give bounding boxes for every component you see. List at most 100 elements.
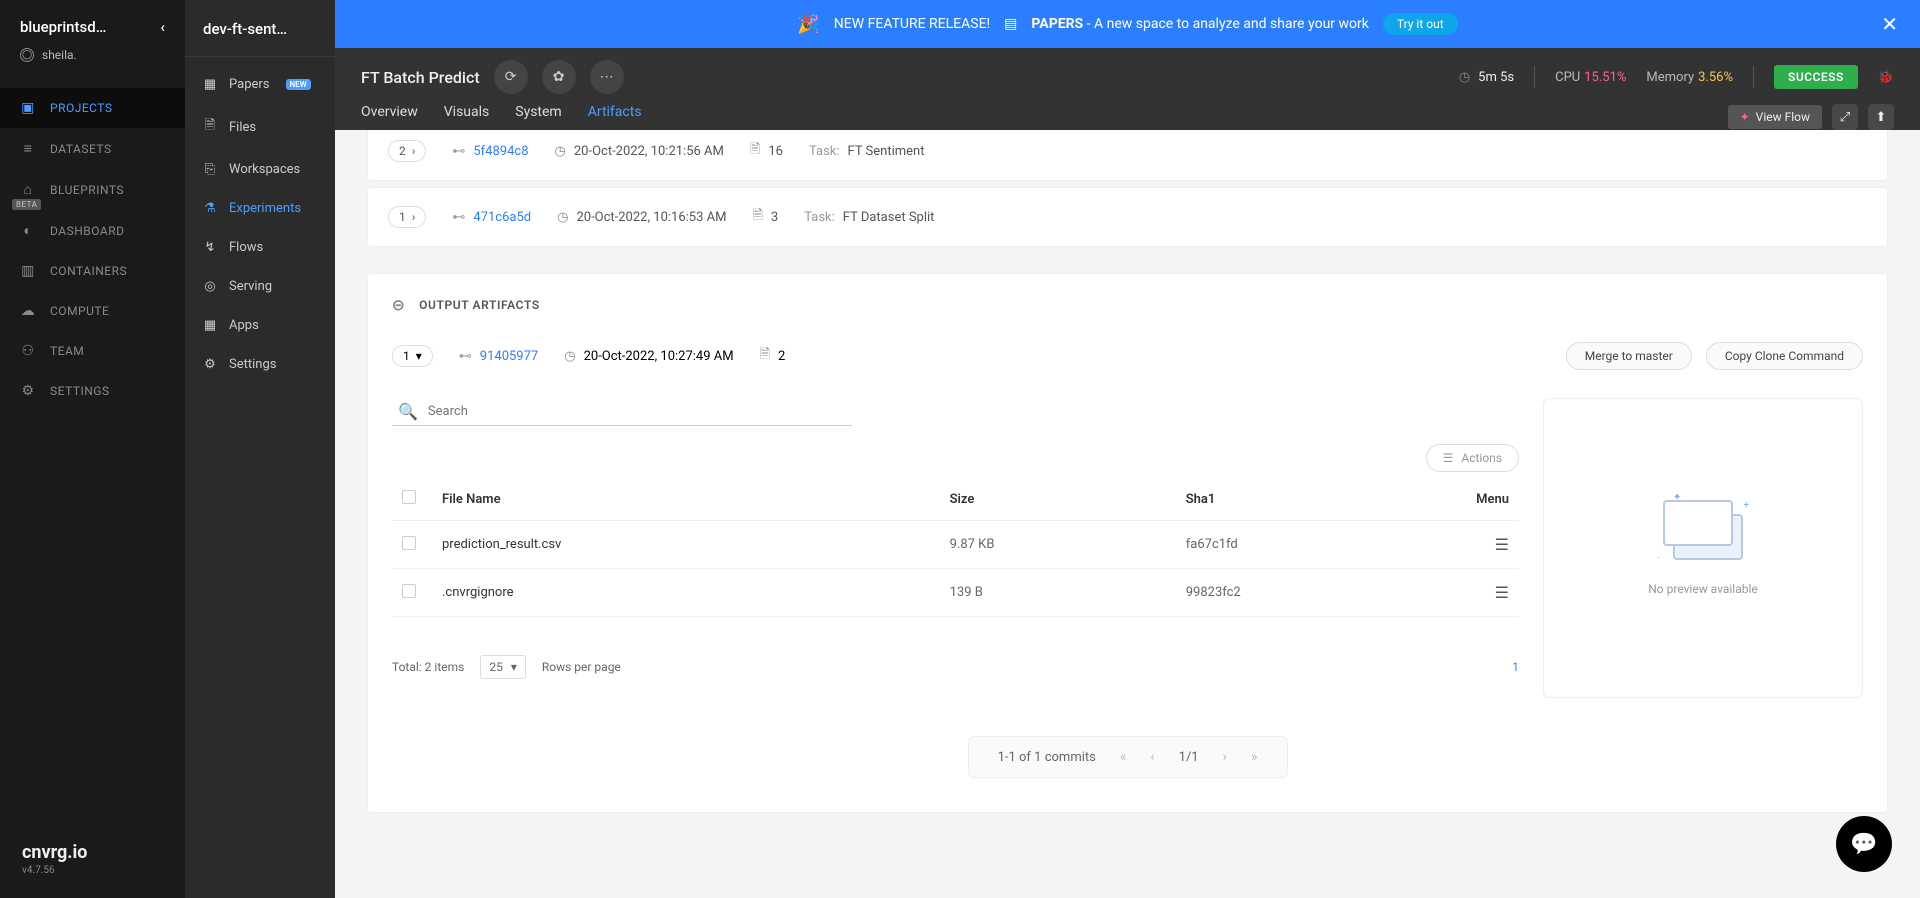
nav1-label: SETTINGS [50, 384, 110, 398]
user-row[interactable]: ◯ sheila. [0, 48, 185, 78]
nav2-icon: ▦ [203, 318, 217, 333]
file-icon: 🗎 [760, 345, 770, 367]
nav2-label: Serving [229, 279, 272, 294]
bug-icon[interactable]: 🐞 [1878, 70, 1894, 85]
row-menu-icon[interactable]: ☰ [1495, 535, 1509, 554]
nav2-item[interactable]: ⚙Settings [185, 345, 335, 384]
brand-version: v4.7.56 [22, 865, 87, 876]
content: 2› ⊷5f4894c8 ◷20-Oct-2022, 10:21:56 AM 🗎… [335, 130, 1920, 898]
nav2-item[interactable]: ▦Apps [185, 306, 335, 345]
status-badge: SUCCESS [1774, 65, 1858, 89]
file-sha: 99823fc2 [1176, 569, 1449, 617]
project-title[interactable]: dev-ft-sent… [185, 0, 335, 57]
artifact-commit[interactable]: 5f4894c8 [473, 144, 528, 159]
nav2-item[interactable]: 🗎Files [185, 104, 335, 150]
nav2-icon: ◎ [203, 279, 217, 294]
refresh-button[interactable]: ⟳ [494, 60, 528, 94]
tab-overview[interactable]: Overview [361, 104, 418, 130]
nav2-label: Workspaces [229, 162, 300, 177]
nav2-item[interactable]: ▦PapersNEW [185, 65, 335, 104]
nav1-icon: ☁ [20, 303, 36, 319]
tab-system[interactable]: System [515, 104, 561, 130]
next-page-icon[interactable]: › [1223, 749, 1227, 765]
nav1-label: PROJECTS [50, 101, 113, 115]
file-size: 139 B [940, 569, 1176, 617]
upload-icon[interactable]: ⬆ [1868, 104, 1894, 130]
banner-try-button[interactable]: Try it out [1383, 13, 1458, 35]
nav1-item[interactable]: ⌂BLUEPRINTSBETA [0, 169, 185, 210]
experiment-tabs: Overview Visuals System Artifacts ✦ View Fl… [335, 94, 1920, 130]
table-row[interactable]: .cnvrgignore 139 B 99823fc2 ☰ [392, 569, 1519, 617]
preview-pane: ✦ + · No preview available [1543, 398, 1863, 698]
nav2-item[interactable]: ⎘Workspaces [185, 150, 335, 189]
banner-rest: - A new space to analyze and share your … [1083, 16, 1369, 32]
confetti-icon: 🎉 [797, 14, 819, 35]
artifact-commit[interactable]: 471c6a5d [473, 210, 531, 225]
nav1-item[interactable]: ⚙ SETTINGS [0, 371, 185, 411]
tab-artifacts[interactable]: Artifacts [588, 104, 642, 130]
artifact-badge[interactable]: 2› [388, 140, 426, 162]
output-commit[interactable]: 91405977 [480, 349, 538, 364]
files-table: File Name Size Sha1 Menu prediction_resu… [392, 478, 1519, 617]
cpu-stat: CPU15.51% [1555, 70, 1626, 85]
task-label: Task: [809, 144, 840, 159]
file-search[interactable]: 🔍 [392, 398, 852, 426]
nav1-icon: ⚙ [20, 383, 36, 399]
more-button[interactable]: ⋯ [590, 60, 624, 94]
chat-fab[interactable]: 💬 [1836, 816, 1892, 872]
first-page-icon[interactable]: « [1120, 749, 1127, 765]
page-size-select[interactable]: 25 ▾ [480, 655, 526, 679]
page-link[interactable]: 1 [1512, 660, 1519, 674]
nav2-icon: ↯ [203, 240, 217, 255]
search-input[interactable] [428, 404, 846, 419]
col-size: Size [940, 478, 1176, 521]
nav2-item[interactable]: ⚗Experiments [185, 189, 335, 228]
nav2-item[interactable]: ↯Flows [185, 228, 335, 267]
user-name: sheila. [42, 48, 77, 62]
nav2-label: Experiments [229, 201, 301, 216]
last-page-icon[interactable]: » [1251, 749, 1258, 765]
nav2-icon: ⚙ [203, 357, 217, 372]
nav1-item[interactable]: ≡DATASETS [0, 128, 185, 169]
nav1-label: CONTAINERS [50, 264, 127, 278]
select-all-checkbox[interactable] [402, 490, 416, 504]
file-name: .cnvrgignore [432, 569, 940, 617]
banner-close-icon[interactable]: ✕ [1881, 12, 1898, 36]
row-menu-icon[interactable]: ☰ [1495, 583, 1509, 602]
nav1-item[interactable]: ◐DASHBOARD [0, 210, 185, 251]
input-artifact-row: 2› ⊷5f4894c8 ◷20-Oct-2022, 10:21:56 AM 🗎… [367, 130, 1888, 181]
input-artifact-row: 1› ⊷471c6a5d ◷20-Oct-2022, 10:16:53 AM 🗎… [367, 187, 1888, 247]
search-icon: 🔍 [398, 402, 418, 421]
output-artifacts-card: ⊝ OUTPUT ARTIFACTS 1 ▾ ⊷ 91405977 ◷ 20-O… [367, 273, 1888, 813]
nav1-label: DATASETS [50, 142, 112, 156]
output-date: 20-Oct-2022, 10:27:49 AM [584, 349, 734, 364]
nav1-item[interactable]: ▥CONTAINERS [0, 251, 185, 291]
nav1-item[interactable]: ⚇TEAM [0, 331, 185, 371]
brand-logo: cnvrg.io [22, 842, 87, 863]
main: 🎉 NEW FEATURE RELEASE! ▤ PAPERS - A new … [335, 0, 1920, 898]
project-sidebar: dev-ft-sent… ▦PapersNEW🗎Files⎘Workspaces… [185, 0, 335, 898]
artifact-task: FT Dataset Split [843, 210, 935, 225]
output-badge[interactable]: 1 ▾ [392, 345, 433, 367]
nav1-item[interactable]: ▣PROJECTS [0, 88, 185, 128]
merge-button[interactable]: Merge to master [1566, 342, 1692, 370]
nav2-icon: ▦ [203, 77, 217, 92]
nav2-item[interactable]: ◎ Serving [185, 267, 335, 306]
row-checkbox[interactable] [402, 536, 416, 550]
clone-command-button[interactable]: Copy Clone Command [1706, 342, 1863, 370]
table-row[interactable]: prediction_result.csv 9.87 KB fa67c1fd ☰ [392, 521, 1519, 569]
view-flow-button[interactable]: ✦ View Flow [1728, 105, 1822, 129]
settings-button[interactable]: ✿ [542, 60, 576, 94]
row-checkbox[interactable] [402, 584, 416, 598]
actions-dropdown[interactable]: ☰ Actions [1426, 444, 1519, 472]
nav1-item[interactable]: ☁COMPUTE [0, 291, 185, 331]
prev-page-icon[interactable]: ‹ [1150, 749, 1154, 765]
org-caret-icon[interactable]: ‹ [160, 18, 165, 36]
tab-visuals[interactable]: Visuals [444, 104, 490, 130]
org-switcher[interactable]: blueprintsd… ‹ [0, 0, 185, 48]
expand-icon[interactable]: ⤢ [1832, 104, 1858, 130]
commits-pager: 1-1 of 1 commits « ‹ 1/1 › » [968, 736, 1288, 778]
artifact-badge[interactable]: 1› [388, 206, 426, 228]
commits-range: 1-1 of 1 commits [998, 750, 1096, 765]
total-items: Total: 2 items [392, 660, 464, 674]
